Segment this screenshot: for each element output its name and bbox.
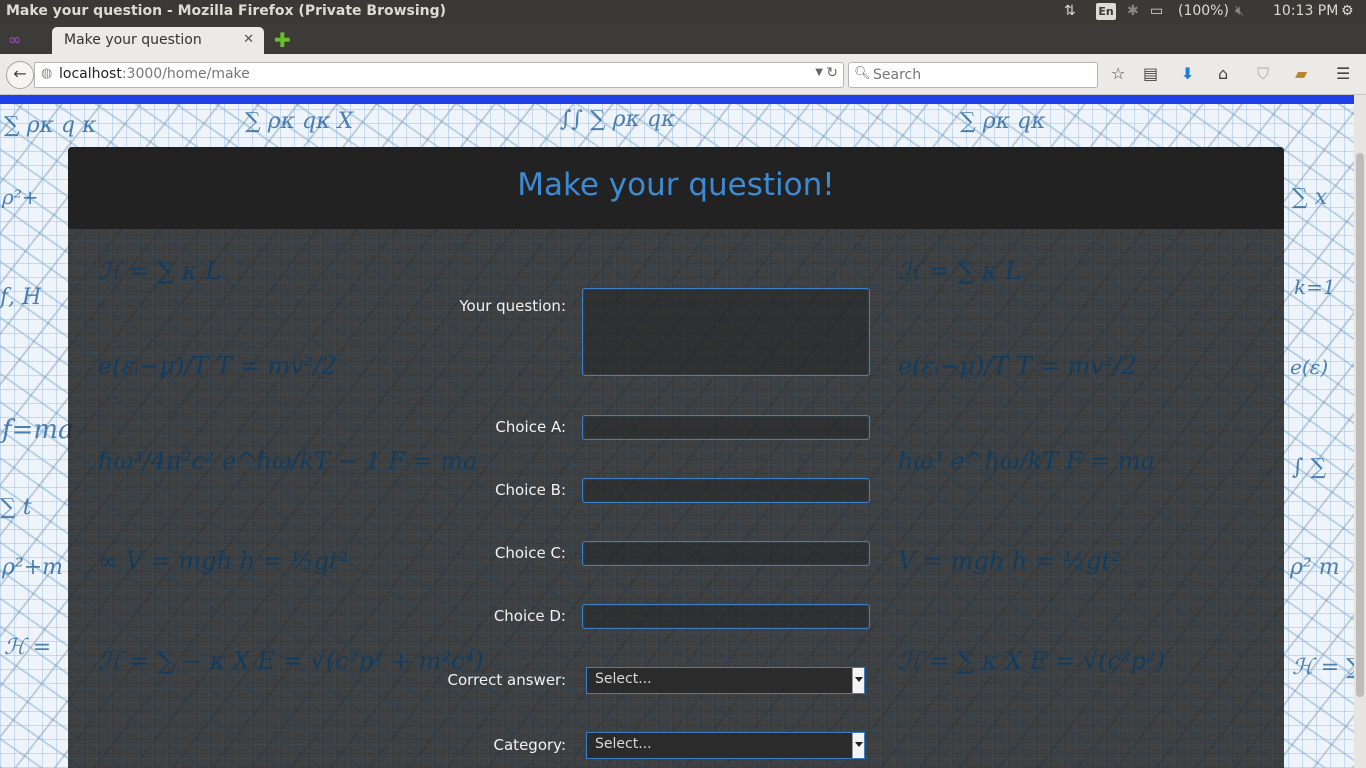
search-input[interactable]	[871, 65, 1090, 85]
downloads-arrow-icon[interactable]: ⬇	[1181, 64, 1194, 83]
home-icon[interactable]: ⌂	[1218, 64, 1228, 83]
new-tab-plus-icon[interactable]: ✚	[274, 28, 291, 52]
settings-gear-icon[interactable]: ⚙	[1341, 3, 1354, 19]
question-label: Your question:	[459, 297, 566, 315]
close-tab-icon[interactable]: ✕	[243, 32, 254, 47]
choice-d-input[interactable]	[582, 604, 870, 629]
choice-c-label: Choice C:	[494, 544, 566, 562]
correct-answer-label: Correct answer:	[447, 671, 566, 689]
url-path: :3000/home/make	[121, 66, 250, 82]
shield-icon[interactable]: ⛉	[1257, 64, 1269, 84]
battery-icon[interactable]: ▭	[1150, 3, 1163, 19]
correct-answer-select[interactable]: Select...	[586, 667, 865, 694]
window-title: Make your question - Mozilla Firefox (Pr…	[6, 3, 447, 19]
category-select[interactable]: Select...	[586, 732, 865, 759]
choice-b-label: Choice B:	[495, 481, 566, 499]
search-icon: 🔍︎	[854, 66, 871, 81]
reading-list-icon[interactable]: ▤	[1143, 64, 1158, 83]
vertical-scrollbar[interactable]	[1354, 95, 1366, 768]
choice-a-input[interactable]	[582, 415, 870, 440]
page-viewport: ∑ ρκ q κ ∑ ρκ qκ X ∫∫ ∑ ρκ qκ ∑ ρκ qκ ρ²…	[0, 95, 1354, 768]
question-form-card: ℋ = ∑ κ L e(εᵢ−μ)/T T = mv²/2 ℏω³/4π²c² …	[68, 147, 1284, 768]
tab-title: Make your question	[64, 32, 202, 48]
choice-d-label: Choice D:	[493, 607, 566, 625]
url-text: localhost:3000/home/make	[59, 66, 250, 82]
volume-muted-icon[interactable]: 🔇︎	[1235, 3, 1244, 19]
battery-percent: (100%)	[1178, 3, 1229, 19]
url-dropdown-icon[interactable]: ▼	[815, 67, 823, 78]
extension-icon[interactable]: ▰	[1295, 64, 1307, 83]
choice-b-input[interactable]	[582, 478, 870, 503]
url-bar[interactable]: ◍ localhost:3000/home/make ▼ ↻	[34, 62, 844, 88]
question-textarea[interactable]	[582, 288, 870, 376]
choice-a-label: Choice A:	[495, 418, 566, 436]
top-accent-bar	[0, 95, 1354, 104]
back-arrow-icon[interactable]: ←	[6, 61, 34, 89]
navigation-toolbar: ← ◍ localhost:3000/home/make ▼ ↻ 🔍︎ ☆ ▤ …	[0, 54, 1366, 95]
menu-hamburger-icon[interactable]: ☰	[1336, 64, 1350, 83]
card-header: Make your question!	[68, 147, 1284, 229]
reload-icon[interactable]: ↻	[826, 65, 838, 81]
bluetooth-icon[interactable]: ✱	[1127, 3, 1139, 19]
network-icon[interactable]: ⇅	[1064, 3, 1076, 19]
tab-make-your-question[interactable]: Make your question ✕	[52, 27, 264, 54]
tab-strip: ∞ Make your question ✕ ✚	[0, 24, 1366, 54]
correct-answer-selected-value: Select...	[595, 671, 652, 687]
system-top-panel: Make your question - Mozilla Firefox (Pr…	[0, 0, 1366, 24]
private-browsing-mask-icon: ∞	[8, 30, 22, 49]
choice-c-input[interactable]	[582, 541, 870, 566]
search-bar[interactable]: 🔍︎	[848, 62, 1098, 88]
chevron-down-icon[interactable]	[852, 668, 864, 693]
bookmark-star-icon[interactable]: ☆	[1111, 64, 1125, 83]
globe-icon: ◍	[41, 66, 53, 81]
keyboard-layout-indicator[interactable]: En	[1096, 3, 1116, 20]
chevron-down-icon[interactable]	[852, 733, 864, 758]
category-selected-value: Select...	[595, 736, 652, 752]
page-title: Make your question!	[517, 167, 835, 203]
clock[interactable]: 10:13 PM	[1273, 3, 1338, 19]
url-host: localhost	[59, 66, 122, 82]
scrollbar-thumb[interactable]	[1356, 153, 1364, 697]
category-label: Category:	[493, 736, 566, 754]
